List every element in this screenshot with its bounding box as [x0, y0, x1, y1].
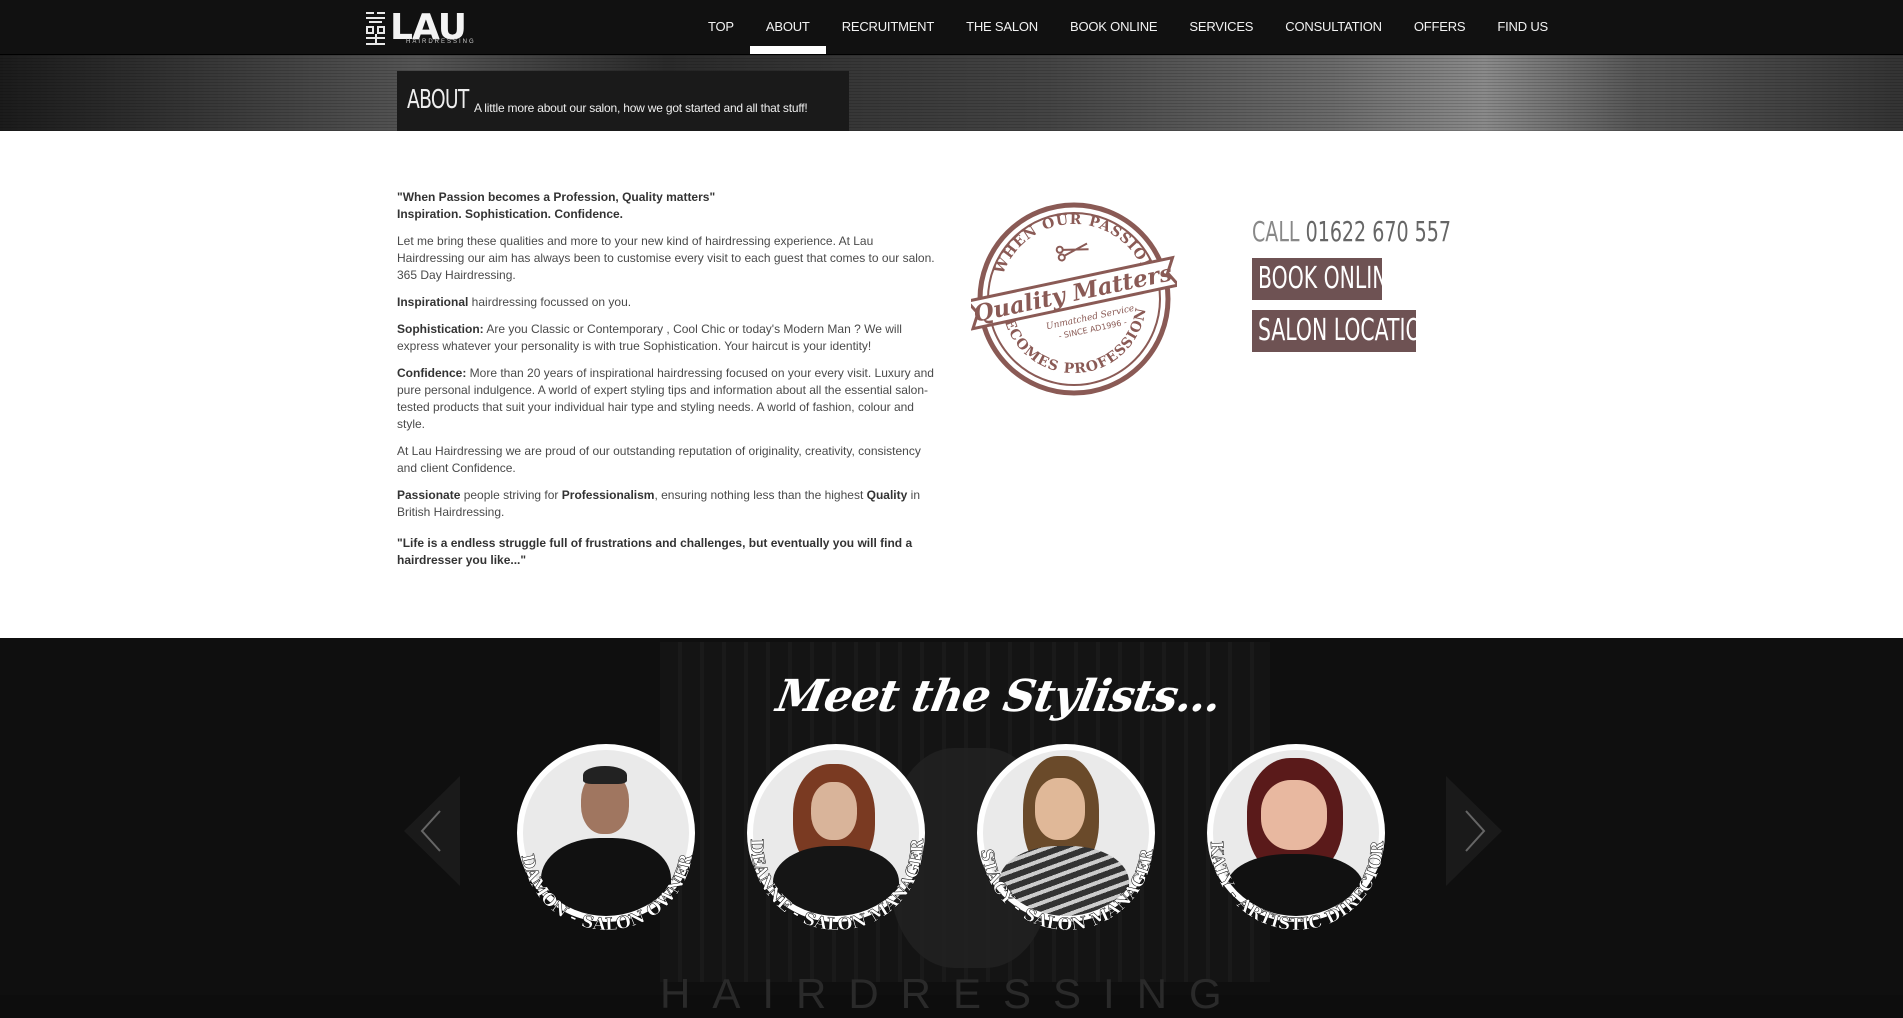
svg-text:KATY - ARTISTIC DIRECTOR: KATY - ARTISTIC DIRECTOR — [1206, 840, 1389, 935]
nav-book-online[interactable]: BOOK ONLINE — [1054, 0, 1173, 54]
paragraph-intro: Let me bring these qualities and more to… — [397, 234, 935, 282]
about-text: "When Passion becomes a Profession, Qual… — [397, 189, 941, 579]
salon-location-button[interactable]: SALON LOCATION — [1252, 310, 1437, 352]
scissors-icon — [1055, 242, 1089, 262]
hero-banner: ABOUT A little more about our salon, how… — [0, 54, 1903, 131]
page-title-box: ABOUT A little more about our salon, how… — [397, 71, 849, 131]
nav-consultation[interactable]: CONSULTATION — [1269, 0, 1398, 54]
stylist-card-damon[interactable]: DAMON - SALON OWNER — [507, 744, 717, 954]
book-online-button[interactable]: BOOK ONLINE — [1252, 258, 1400, 300]
paragraph-reputation: At Lau Hairdressing we are proud of our … — [397, 444, 921, 475]
quality-stamp-logo: WHEN OUR PASSION BECOMES PROFESSION Qual… — [971, 202, 1177, 396]
top-navigation-bar: LAU HAIRDRESSING TOP ABOUT RECRUITMENT T… — [0, 0, 1903, 55]
stylist-label: STACY - SALON MANAGER — [976, 847, 1159, 936]
carousel-next-button[interactable] — [1446, 776, 1502, 886]
main-nav: TOP ABOUT RECRUITMENT THE SALON BOOK ONL… — [692, 0, 1564, 54]
intro-quote: "When Passion becomes a Profession, Qual… — [397, 190, 716, 221]
call-to-action: CALL 01622 670 557 BOOK ONLINE SALON LOC… — [1252, 215, 1545, 352]
logo-tagline: HAIRDRESSING — [406, 39, 476, 45]
nav-top[interactable]: TOP — [692, 0, 750, 54]
logo-mark-icon — [366, 10, 386, 46]
nav-recruitment[interactable]: RECRUITMENT — [826, 0, 950, 54]
svg-text:STACY - SALON MANAGER: STACY - SALON MANAGER — [976, 847, 1158, 935]
chevron-left-icon — [420, 810, 441, 852]
paragraph-passionate: Passionate people striving for Professio… — [397, 488, 920, 519]
svg-text:DEANNE - SALON MANAGER: DEANNE - SALON MANAGER — [746, 838, 928, 936]
paragraph-inspirational: Inspirational hairdressing focussed on y… — [397, 295, 632, 309]
brand-logo[interactable]: LAU HAIRDRESSING — [366, 8, 474, 48]
nav-services[interactable]: SERVICES — [1173, 0, 1269, 54]
stylists-section: Meet the Stylists... DAMON - SALON OWNER… — [0, 638, 1903, 1017]
nav-about[interactable]: ABOUT — [749, 0, 826, 54]
phone-number[interactable]: CALL 01622 670 557 — [1252, 215, 1451, 248]
page-title: ABOUT — [407, 85, 469, 115]
nav-the-salon[interactable]: THE SALON — [950, 0, 1054, 54]
hairdressing-watermark: HAIRDRESSING — [660, 970, 1244, 1017]
stylist-card-katy[interactable]: KATY - ARTISTIC DIRECTOR — [1197, 744, 1407, 954]
stylist-label: DAMON - SALON OWNER — [516, 851, 697, 935]
stylist-label: DEANNE - SALON MANAGER — [746, 837, 929, 935]
stylist-card-deanne[interactable]: DEANNE - SALON MANAGER — [737, 744, 947, 954]
closing-quote: "Life is a endless struggle full of frus… — [397, 536, 913, 567]
carousel-prev-button[interactable] — [404, 776, 460, 886]
chevron-right-icon — [1465, 810, 1486, 852]
about-section: "When Passion becomes a Profession, Qual… — [0, 131, 1903, 638]
stylist-card-stacy[interactable]: STACY - SALON MANAGER — [967, 744, 1177, 954]
stylist-label: KATY - ARTISTIC DIRECTOR — [1206, 839, 1389, 935]
nav-offers[interactable]: OFFERS — [1398, 0, 1482, 54]
meet-the-stylists-heading: Meet the Stylists... — [772, 671, 1225, 722]
nav-find-us[interactable]: FIND US — [1481, 0, 1564, 54]
paragraph-sophistication: Sophistication: Are you Classic or Conte… — [397, 322, 902, 353]
svg-text:DAMON - SALON OWNER: DAMON - SALON OWNER — [517, 852, 698, 936]
paragraph-confidence: Confidence: More than 20 years of inspir… — [397, 366, 934, 431]
page-subtitle: A little more about our salon, how we go… — [474, 101, 808, 115]
